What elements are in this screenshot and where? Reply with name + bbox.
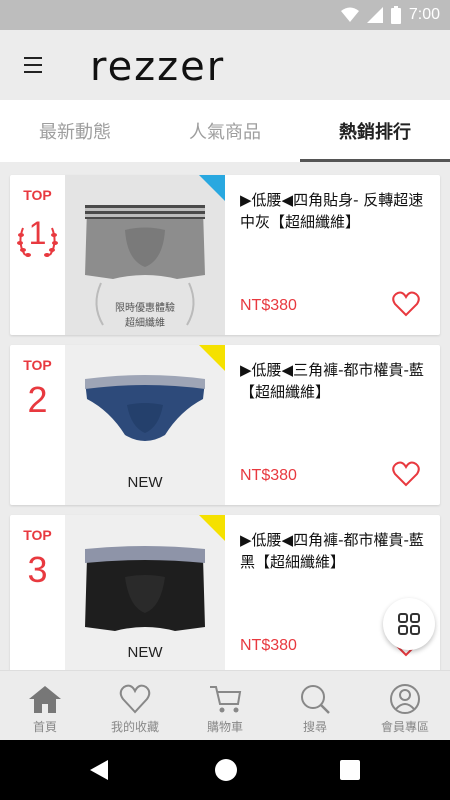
product-image: NEW bbox=[65, 345, 225, 505]
bottom-nav: 首頁 我的收藏 購物車 搜尋 會員專區 bbox=[0, 670, 450, 740]
product-list[interactable]: TOP 1 限時優惠體驗 超細纖維 ▶低腰◀四角貼身- 反轉超速中灰【超細纖維】… bbox=[0, 162, 450, 670]
menu-icon[interactable] bbox=[22, 54, 48, 76]
wifi-icon bbox=[340, 7, 359, 22]
image-badge-line2: 超細纖維 bbox=[125, 318, 165, 329]
rank-badge: TOP 2 bbox=[10, 345, 65, 505]
product-title: ▶低腰◀三角褲-都市權貴-藍【超細纖維】 bbox=[240, 361, 424, 401]
nav-favorites[interactable]: 我的收藏 bbox=[90, 671, 180, 740]
product-title: ▶低腰◀四角褲-都市權貴-藍黑【超細纖維】 bbox=[240, 531, 424, 571]
product-image: NEW bbox=[65, 515, 225, 670]
tab-bar: 最新動態 人氣商品 熱銷排行 bbox=[0, 100, 450, 162]
app-bar: rezzer bbox=[0, 30, 450, 100]
corner-tag bbox=[199, 175, 225, 201]
corner-tag bbox=[199, 345, 225, 371]
product-image: 限時優惠體驗 超細纖維 bbox=[65, 175, 225, 335]
favorite-heart-icon[interactable] bbox=[392, 461, 420, 487]
app-logo: rezzer bbox=[90, 44, 226, 90]
system-nav-bar bbox=[0, 740, 450, 800]
favorite-heart-icon[interactable] bbox=[392, 291, 420, 317]
nav-cart-label: 購物車 bbox=[206, 720, 243, 734]
home-icon bbox=[29, 686, 61, 713]
status-bar: 7:00 bbox=[0, 0, 450, 30]
new-label: NEW bbox=[127, 474, 163, 491]
rank-badge: TOP 1 bbox=[10, 175, 65, 335]
corner-tag bbox=[199, 515, 225, 541]
battery-icon bbox=[390, 6, 401, 24]
product-price: NT$380 bbox=[240, 297, 297, 314]
nav-home-label: 首頁 bbox=[32, 720, 57, 734]
tab-bestsellers[interactable]: 熱銷排行 bbox=[300, 100, 450, 162]
home-button-icon[interactable] bbox=[214, 758, 238, 782]
recents-icon[interactable] bbox=[340, 760, 360, 780]
nav-home[interactable]: 首頁 bbox=[0, 671, 90, 740]
nav-member[interactable]: 會員專區 bbox=[360, 671, 450, 740]
tab-latest[interactable]: 最新動態 bbox=[0, 100, 150, 162]
nav-search-label: 搜尋 bbox=[302, 720, 327, 734]
rank-label: TOP bbox=[23, 357, 52, 373]
cart-icon bbox=[210, 686, 242, 713]
rank-badge: TOP 3 bbox=[10, 515, 65, 670]
product-title: ▶低腰◀四角貼身- 反轉超速中灰【超細纖維】 bbox=[240, 191, 424, 231]
status-time: 7:00 bbox=[408, 6, 440, 23]
search-icon bbox=[301, 685, 330, 714]
rank-label: TOP bbox=[23, 187, 52, 203]
nav-search[interactable]: 搜尋 bbox=[270, 671, 360, 740]
heart-icon bbox=[119, 684, 151, 714]
nav-cart[interactable]: 購物車 bbox=[180, 671, 270, 740]
back-icon[interactable] bbox=[88, 758, 110, 782]
nav-member-label: 會員專區 bbox=[380, 720, 429, 734]
product-card[interactable]: TOP 2 NEW ▶低腰◀三角褲-都市權貴-藍【超細纖維】 NT$380 bbox=[10, 345, 440, 505]
nav-favorites-label: 我的收藏 bbox=[110, 720, 159, 734]
image-badge-line1: 限時優惠體驗 bbox=[115, 303, 175, 314]
new-label: NEW bbox=[127, 644, 163, 661]
rank-number: 2 bbox=[27, 379, 48, 420]
product-price: NT$380 bbox=[240, 637, 297, 654]
grid-icon bbox=[398, 613, 420, 635]
rank-number: 1 bbox=[28, 215, 47, 251]
product-card[interactable]: TOP 1 限時優惠體驗 超細纖維 ▶低腰◀四角貼身- 反轉超速中灰【超細纖維】… bbox=[10, 175, 440, 335]
grid-view-button[interactable] bbox=[383, 598, 435, 650]
product-card[interactable]: TOP 3 NEW ▶低腰◀四角褲-都市權貴-藍黑【超細纖維】 NT$380 bbox=[10, 515, 440, 670]
rank-number: 3 bbox=[27, 549, 48, 590]
rank-label: TOP bbox=[23, 527, 52, 543]
signal-icon bbox=[366, 7, 383, 23]
user-icon bbox=[390, 684, 420, 714]
tab-popular[interactable]: 人氣商品 bbox=[150, 100, 300, 162]
product-price: NT$380 bbox=[240, 467, 297, 484]
